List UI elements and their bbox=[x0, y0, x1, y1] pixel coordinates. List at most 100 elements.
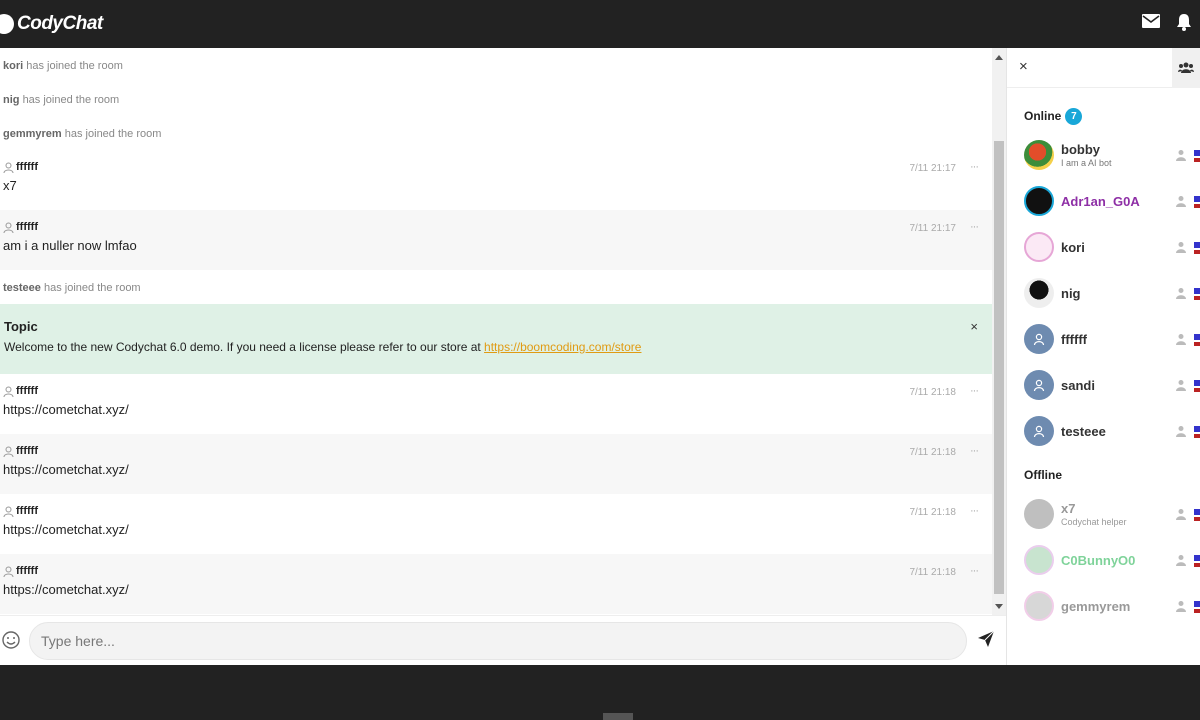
message-time: 7/11 21:18 bbox=[909, 567, 956, 578]
system-message: gemmyrem has joined the room bbox=[3, 128, 162, 140]
bell-icon[interactable] bbox=[1176, 13, 1192, 31]
username: bobby bbox=[1061, 142, 1100, 157]
user-list-item[interactable]: sandi bbox=[1007, 362, 1200, 408]
message-time: 7/11 21:17 bbox=[909, 223, 956, 234]
panel-header: × bbox=[1007, 48, 1200, 88]
user-mood: I am a AI bot bbox=[1061, 158, 1112, 168]
user-list-panel: × Online 7 bobby I am a AI bot Adr1an_G0A k… bbox=[1006, 48, 1200, 665]
user-icon bbox=[3, 222, 14, 233]
chat-scrollbar[interactable] bbox=[992, 48, 1006, 615]
message-input[interactable]: Type here... bbox=[29, 622, 967, 660]
chat-message: ffffff https://cometchat.xyz/ 7/11 21:18… bbox=[0, 494, 992, 554]
chat-message: ffffff https://cometchat.xyz/ 7/11 21:18… bbox=[0, 374, 992, 434]
send-icon[interactable] bbox=[977, 630, 995, 653]
message-time: 7/11 21:18 bbox=[909, 387, 956, 398]
system-message: kori has joined the room bbox=[3, 60, 123, 72]
avatar[interactable] bbox=[1024, 370, 1054, 400]
avatar[interactable] bbox=[1024, 416, 1054, 446]
user-list-item[interactable]: x7 Codychat helper bbox=[1007, 491, 1200, 537]
message-author[interactable]: ffffff bbox=[3, 160, 992, 174]
avatar[interactable] bbox=[1024, 591, 1054, 621]
user-list-item[interactable]: gemmyrem bbox=[1007, 583, 1200, 629]
message-options-icon[interactable]: ··· bbox=[970, 161, 979, 173]
flag-icon bbox=[1194, 554, 1200, 567]
users-tab[interactable] bbox=[1172, 48, 1200, 88]
logo[interactable]: CodyChat bbox=[0, 13, 103, 35]
rank-icon bbox=[1176, 332, 1186, 350]
rank-icon bbox=[1176, 599, 1186, 617]
topic-text: Welcome to the new Codychat 6.0 demo. If… bbox=[4, 340, 642, 354]
user-icon bbox=[3, 446, 14, 457]
message-options-icon[interactable]: ··· bbox=[970, 221, 979, 233]
scroll-thumb[interactable] bbox=[994, 141, 1004, 594]
store-link[interactable]: https://boomcoding.com/store bbox=[484, 340, 641, 354]
close-topic-button[interactable]: × bbox=[970, 319, 978, 334]
top-bar: CodyChat bbox=[0, 0, 1200, 48]
message-text: am i a nuller now lmfao bbox=[3, 238, 137, 253]
flag-icon bbox=[1194, 600, 1200, 613]
message-author[interactable]: ffffff bbox=[3, 504, 992, 518]
rank-icon bbox=[1176, 148, 1186, 166]
user-icon bbox=[3, 162, 14, 173]
message-text: https://cometchat.xyz/ bbox=[3, 582, 129, 597]
bottom-strip bbox=[0, 665, 1200, 720]
avatar[interactable] bbox=[1024, 545, 1054, 575]
close-panel-button[interactable]: × bbox=[1019, 58, 1028, 75]
user-list-item[interactable]: ffffff bbox=[1007, 316, 1200, 362]
user-list-item[interactable]: Adr1an_G0A bbox=[1007, 178, 1200, 224]
message-time: 7/11 21:17 bbox=[909, 163, 956, 174]
offline-section-title: Offline bbox=[1024, 468, 1062, 482]
message-text: https://cometchat.xyz/ bbox=[3, 402, 129, 417]
user-list-item[interactable]: kori bbox=[1007, 224, 1200, 270]
topic-title: Topic bbox=[4, 319, 38, 334]
scroll-up-icon[interactable] bbox=[995, 55, 1003, 60]
flag-icon bbox=[1194, 425, 1200, 438]
avatar[interactable] bbox=[1024, 324, 1054, 354]
message-time: 7/11 21:18 bbox=[909, 507, 956, 518]
chat-log: kori has joined the room nig has joined … bbox=[0, 48, 992, 615]
envelope-icon[interactable] bbox=[1142, 13, 1160, 31]
chat-message: ffffff x7 7/11 21:17 ··· bbox=[0, 150, 992, 210]
message-options-icon[interactable]: ··· bbox=[970, 565, 979, 577]
user-list-item[interactable]: testeee bbox=[1007, 408, 1200, 454]
username: gemmyrem bbox=[1061, 598, 1131, 614]
username: nig bbox=[1061, 285, 1081, 301]
flag-icon bbox=[1194, 379, 1200, 392]
username: ffffff bbox=[1061, 331, 1087, 347]
username: sandi bbox=[1061, 377, 1095, 393]
flag-icon bbox=[1194, 508, 1200, 521]
avatar[interactable] bbox=[1024, 499, 1054, 529]
message-author[interactable]: ffffff bbox=[3, 220, 992, 234]
avatar[interactable] bbox=[1024, 186, 1054, 216]
user-list-item[interactable]: bobby I am a AI bot bbox=[1007, 132, 1200, 178]
avatar[interactable] bbox=[1024, 278, 1054, 308]
online-section-title: Online 7 bbox=[1007, 107, 1200, 125]
message-options-icon[interactable]: ··· bbox=[970, 445, 979, 457]
online-count-badge: 7 bbox=[1065, 107, 1083, 125]
message-options-icon[interactable]: ··· bbox=[970, 505, 979, 517]
rank-icon bbox=[1176, 553, 1186, 571]
avatar[interactable] bbox=[1024, 140, 1054, 170]
user-list-item[interactable]: nig bbox=[1007, 270, 1200, 316]
message-text: https://cometchat.xyz/ bbox=[3, 522, 129, 537]
flag-icon bbox=[1194, 287, 1200, 300]
logo-mark bbox=[0, 14, 14, 34]
scroll-down-icon[interactable] bbox=[995, 604, 1003, 609]
composer: Type here... bbox=[0, 615, 1006, 665]
avatar[interactable] bbox=[1024, 232, 1054, 262]
user-list-item[interactable]: C0BunnyO0 bbox=[1007, 537, 1200, 583]
message-text: https://cometchat.xyz/ bbox=[3, 462, 129, 477]
rank-icon bbox=[1176, 286, 1186, 304]
topic-banner: Topic Welcome to the new Codychat 6.0 de… bbox=[0, 304, 992, 374]
rank-icon bbox=[1176, 194, 1186, 212]
chat-message: ffffff https://cometchat.xyz/ 7/11 21:18… bbox=[0, 434, 992, 494]
chat-message: ffffff am i a nuller now lmfao 7/11 21:1… bbox=[0, 210, 992, 270]
flag-icon bbox=[1194, 241, 1200, 254]
rank-icon bbox=[1176, 240, 1186, 258]
user-mood: Codychat helper bbox=[1061, 517, 1127, 527]
message-options-icon[interactable]: ··· bbox=[970, 385, 979, 397]
message-author[interactable]: ffffff bbox=[3, 444, 992, 458]
message-author[interactable]: ffffff bbox=[3, 564, 992, 578]
emoji-icon[interactable] bbox=[2, 631, 20, 654]
message-author[interactable]: ffffff bbox=[3, 384, 992, 398]
